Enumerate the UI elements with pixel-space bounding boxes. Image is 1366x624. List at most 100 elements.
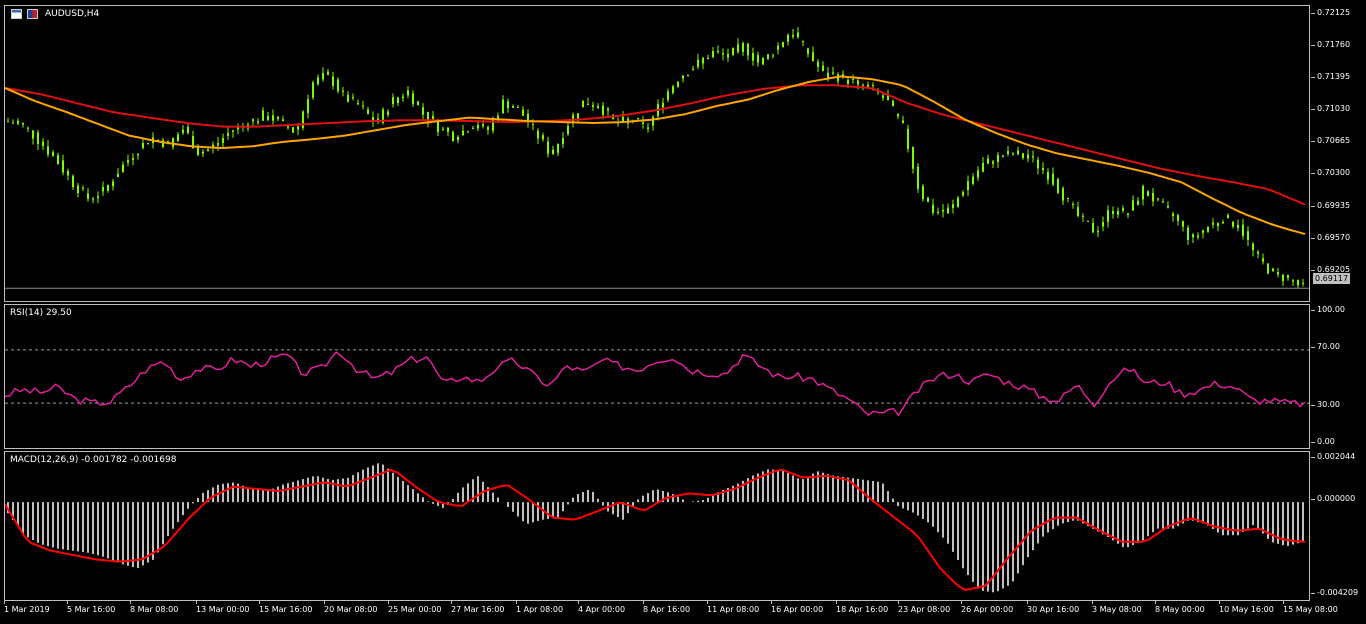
candle-body <box>1277 272 1279 275</box>
time-tick: 8 Mar 08:00 <box>130 600 179 614</box>
time-tick: 1 Apr 08:00 <box>516 600 564 614</box>
candle-body <box>402 96 404 99</box>
candle-body <box>82 187 84 189</box>
candle-body <box>17 120 19 124</box>
candle-body <box>757 54 759 63</box>
candle-body <box>332 76 334 86</box>
candle-body <box>1302 282 1304 284</box>
time-tick: 5 Mar 16:00 <box>67 600 116 614</box>
candle-body <box>452 131 454 142</box>
candle-body <box>352 97 354 99</box>
candle-body <box>282 119 284 121</box>
candle-body <box>517 106 519 108</box>
time-tick: 1 Mar 2019 <box>4 600 50 614</box>
candle-body <box>927 197 929 203</box>
candle-body <box>1017 150 1019 155</box>
candle-body <box>472 127 474 129</box>
time-tick: 26 Apr 00:00 <box>961 600 1014 614</box>
candle-body <box>127 160 129 163</box>
price-tick: 0.71395 <box>1310 72 1351 81</box>
candle-body <box>422 107 424 115</box>
candle-body <box>417 101 419 106</box>
candle-body <box>1207 226 1209 232</box>
candle-body <box>257 121 259 123</box>
candle-body <box>177 134 179 142</box>
candle-body <box>1002 155 1004 157</box>
rsi-svg <box>5 349 1309 417</box>
candle-body <box>1057 179 1059 193</box>
candle-body <box>1202 230 1204 233</box>
candle-body <box>942 210 944 212</box>
candle-body <box>1197 235 1199 238</box>
candle-body <box>702 57 704 64</box>
time-tick: 18 Apr 16:00 <box>836 600 889 614</box>
candle-body <box>442 128 444 130</box>
price-chart-pane[interactable]: AUDUSD,H4 <box>4 5 1310 302</box>
candle-body <box>647 127 649 130</box>
candle-body <box>432 115 434 119</box>
candle-body <box>732 47 734 56</box>
candle-body <box>232 130 234 132</box>
candle-body <box>892 100 894 106</box>
time-tick: 20 Mar 08:00 <box>324 600 378 614</box>
rsi-pane[interactable]: RSI(14) 29.50 <box>4 304 1310 449</box>
time-tick: 25 Mar 00:00 <box>388 600 442 614</box>
current-price-tag: 0.69117 <box>1313 273 1351 284</box>
candle-body <box>477 124 479 129</box>
candle-body <box>642 122 644 125</box>
price-tick: 0.69935 <box>1310 201 1351 210</box>
macd-svg <box>5 463 1306 593</box>
candle-body <box>857 80 859 85</box>
candle-body <box>447 127 449 132</box>
rsi-tick: 30.00 <box>1311 400 1340 409</box>
candle-body <box>1192 234 1194 238</box>
candle-body <box>787 35 789 42</box>
candle-body <box>172 137 174 148</box>
candle-body <box>342 90 344 92</box>
candle-body <box>1047 171 1049 180</box>
candle-body <box>922 185 924 200</box>
candle-body <box>1107 210 1109 222</box>
time-tick: 13 Mar 00:00 <box>196 600 250 614</box>
candle-body <box>682 75 684 79</box>
candle-body <box>652 116 654 126</box>
price-tick: 0.70665 <box>1310 136 1351 145</box>
candle-body <box>782 42 784 48</box>
candle-body <box>1052 173 1054 185</box>
symbol-flag-icon[interactable] <box>27 9 38 19</box>
macd-tick: 0.000000 <box>1310 494 1356 503</box>
candle-body <box>957 197 959 207</box>
rsi-tick: 0.00 <box>1311 437 1335 446</box>
rsi-tick: 70.00 <box>1311 342 1340 351</box>
candle-body <box>917 166 919 189</box>
candle-body <box>712 51 714 58</box>
candle-body <box>457 136 459 141</box>
candle-body <box>562 138 564 145</box>
candle-body <box>1022 153 1024 159</box>
chart-grid-icon[interactable] <box>11 9 22 19</box>
candle-body <box>952 204 954 208</box>
candle-body <box>227 133 229 136</box>
macd-pane[interactable]: MACD(12,26,9) -0.001782 -0.001698 <box>4 451 1310 601</box>
candle-body <box>932 204 934 213</box>
candle-body <box>1007 151 1009 154</box>
price-axis: 0.72125 0.71760 0.71395 0.71030 0.70665 … <box>1310 5 1366 302</box>
candle-body <box>1247 231 1249 241</box>
candle-body <box>977 170 979 178</box>
time-tick: 4 Apr 00:00 <box>578 600 626 614</box>
candle-body <box>97 196 99 198</box>
candle-body <box>1152 192 1154 202</box>
candle-body <box>1182 221 1184 227</box>
candle-body <box>1042 168 1044 171</box>
candle-body <box>897 113 899 117</box>
candle-body <box>1172 213 1174 217</box>
candle-body <box>882 95 884 98</box>
candle-body <box>162 140 164 147</box>
candle-body <box>812 52 814 61</box>
candle-body <box>292 127 294 133</box>
candle-body <box>512 106 514 108</box>
candle-body <box>32 130 34 139</box>
candle-body <box>767 54 769 59</box>
candle-body <box>687 75 689 77</box>
candle-body <box>992 161 994 164</box>
